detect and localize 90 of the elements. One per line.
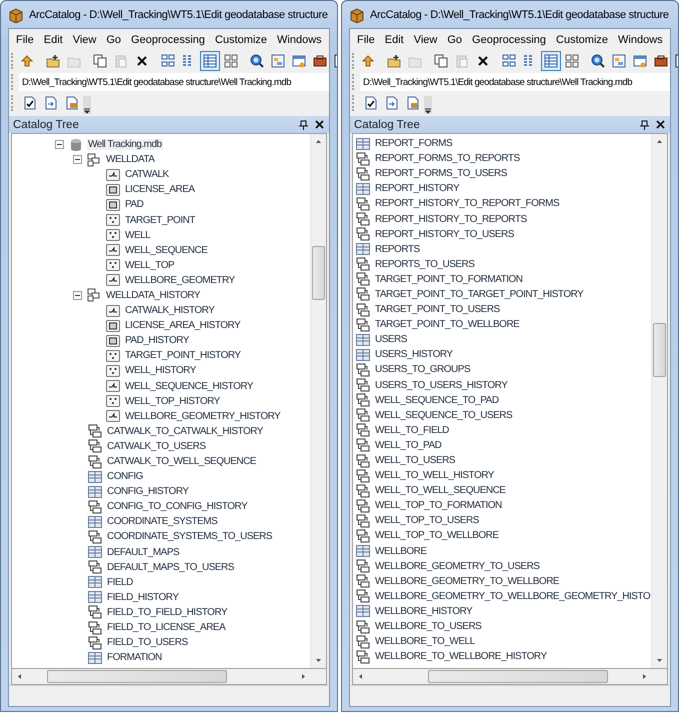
tree-item[interactable]: CATWALK_HISTORY <box>124 305 216 316</box>
tree-item[interactable]: TARGET_POINT_TO_TARGET_POINT_HISTORY <box>374 288 584 300</box>
tree-item[interactable]: WELL_SEQUENCE <box>124 244 208 256</box>
tree-item[interactable]: TARGET_POINT_HISTORY <box>124 350 242 362</box>
tree-item[interactable]: WELLBORE_TO_WELLBORE_HISTORY <box>374 651 548 662</box>
tree-item[interactable]: DEFAULT_MAPS <box>106 546 180 558</box>
window-title: ArcCatalog - D:\Well_Tracking\WT5.1\Edit geodatabase structure <box>370 8 669 20</box>
tree-item[interactable]: REPORT_HISTORY <box>374 183 460 194</box>
tree-item[interactable]: WELL <box>124 230 152 241</box>
tree-item[interactable]: REPORT_HISTORY_TO_REPORT_FORMS <box>374 198 560 210</box>
tree-item[interactable]: REPORT_HISTORY_TO_REPORTS <box>374 214 528 225</box>
menu-item[interactable]: Go <box>442 34 468 46</box>
tree-item[interactable]: WELL_TOP_TO_WELLBORE <box>374 530 500 542</box>
panel-title: Catalog Tree <box>13 118 79 130</box>
tree-item[interactable]: WELLBORE_GEOMETRY_TO_WELLBORE_GEOMETRY_HISTO <box>374 590 651 602</box>
menu-item[interactable]: Go <box>101 34 126 46</box>
menu-item[interactable]: File <box>352 34 380 46</box>
tree-item[interactable]: FORMATION <box>106 652 163 664</box>
tree-item[interactable]: WELL_SEQUENCE_HISTORY <box>124 380 254 392</box>
tree-item[interactable]: WELL_TO_USERS <box>374 455 456 466</box>
menu-item[interactable]: Geoprocessing <box>126 34 210 46</box>
tree-item[interactable]: REPORTS_TO_USERS <box>374 258 476 270</box>
tree-item[interactable]: WELL_SEQUENCE_TO_PAD <box>374 394 500 406</box>
tree-item[interactable]: WELL_TOP_TO_USERS <box>374 515 480 526</box>
tree-item[interactable]: REPORT_FORMS_TO_USERS <box>374 168 508 180</box>
tree-item[interactable]: DEFAULT_MAPS_TO_USERS <box>106 562 235 573</box>
tree-item[interactable]: USERS <box>374 334 408 346</box>
menu-item[interactable]: Customize <box>210 34 272 46</box>
tree-item[interactable]: TARGET_POINT_TO_FORMATION <box>374 274 524 285</box>
tree-item[interactable]: PAD <box>124 199 144 210</box>
tree-item[interactable]: USERS_HISTORY <box>374 349 454 360</box>
tree-item[interactable]: REPORT_FORMS_TO_REPORTS <box>374 153 521 164</box>
tree-item[interactable]: REPORTS <box>374 244 421 255</box>
tree-item[interactable]: WELLBORE_TO_WELL <box>374 636 476 648</box>
tree-item[interactable]: WELL_HISTORY <box>124 365 197 376</box>
tree-item[interactable]: WELLBORE <box>374 546 428 557</box>
tree-item[interactable]: WELLBORE_GEOMETRY <box>124 274 236 286</box>
menu-item[interactable]: Windows <box>613 34 668 46</box>
menu-item[interactable]: File <box>11 34 39 46</box>
tree-item[interactable]: WELLBORE_GEOMETRY_TO_USERS <box>374 560 540 572</box>
tree-item[interactable]: FIELD <box>106 576 134 588</box>
tree-item[interactable]: WELL_TOP_TO_FORMATION <box>374 500 503 512</box>
tree-item[interactable]: WELL_TOP <box>124 260 176 271</box>
tree-item[interactable]: USERS_TO_GROUPS <box>374 364 472 376</box>
tree-item[interactable]: WELLBORE_GEOMETRY_HISTORY <box>124 410 282 422</box>
tree-item[interactable]: TARGET_POINT_TO_WELLBORE <box>374 319 520 330</box>
window-title: ArcCatalog - D:\Well_Tracking\WT5.1\Edit geodatabase structure <box>29 8 328 20</box>
tree-item[interactable]: CONFIG_TO_CONFIG_HISTORY <box>106 501 248 512</box>
tree-item[interactable]: WELL_TO_WELL_HISTORY <box>374 470 495 482</box>
menu-item[interactable]: Edit <box>38 34 68 46</box>
tree-item[interactable]: WELL_SEQUENCE_TO_USERS <box>374 410 514 421</box>
tree-item[interactable]: FIELD_TO_FIELD_HISTORY <box>106 606 228 618</box>
location-field[interactable]: D:\Well_Tracking\WT5.1\Edit geodatabase structure\Well Tracking.mdb <box>360 73 670 91</box>
tree-item[interactable]: TARGET_POINT_TO_USERS <box>374 304 501 316</box>
tree-item[interactable]: LICENSE_AREA_HISTORY <box>124 320 242 332</box>
tree-item[interactable]: REPORT_HISTORY_TO_USERS <box>374 228 515 240</box>
tree-item[interactable]: WELL_TOP_HISTORY <box>124 396 221 407</box>
menu-item[interactable]: Windows <box>272 34 327 46</box>
menu-item[interactable]: Customize <box>551 34 614 46</box>
tree-item[interactable]: WELLDATA_HISTORY <box>105 290 202 301</box>
tree-item[interactable]: WELLBORE_TO_USERS <box>374 621 482 632</box>
tree-item[interactable]: Well Tracking.mdb <box>87 139 163 150</box>
tree-item[interactable]: CATWALK_TO_USERS <box>106 440 207 452</box>
tree-item[interactable]: WELL_TO_PAD <box>374 440 442 451</box>
tree-item[interactable]: PAD_HISTORY <box>124 335 190 346</box>
menu-item[interactable]: Geoprocessing <box>467 34 552 46</box>
location-field[interactable]: D:\Well_Tracking\WT5.1\Edit geodatabase structure\Well Tracking.mdb <box>19 73 329 91</box>
tree-item[interactable]: FIELD_TO_USERS <box>106 637 189 648</box>
tree-item[interactable]: WELLDATA <box>105 154 156 166</box>
menu-item[interactable]: Edit <box>380 34 409 46</box>
tree-item[interactable]: REPORT_FORMS <box>374 138 454 150</box>
tree-item[interactable]: FIELD_HISTORY <box>106 592 180 603</box>
tree-item[interactable]: CATWALK_TO_CATWALK_HISTORY <box>106 426 264 437</box>
tree-item[interactable]: CATWALK <box>124 169 170 180</box>
tree-item[interactable]: LICENSE_AREA <box>124 184 196 196</box>
tree-item[interactable]: COORDINATE_SYSTEMS_TO_USERS <box>106 531 274 542</box>
tree-item[interactable]: CONFIG <box>106 471 144 482</box>
menu-item[interactable]: View <box>68 34 102 46</box>
tree-item[interactable]: FIELD_TO_LICENSE_AREA <box>106 622 226 634</box>
tree-item[interactable]: COORDINATE_SYSTEMS <box>106 516 218 528</box>
tree-item[interactable]: USERS_TO_USERS_HISTORY <box>374 380 508 391</box>
tree-item[interactable]: WELLBORE_GEOMETRY_TO_WELLBORE <box>374 576 560 587</box>
tree-item[interactable]: WELL_TO_WELL_SEQUENCE <box>374 485 506 496</box>
tree-item[interactable]: CONFIG_HISTORY <box>106 486 190 498</box>
tree-item[interactable]: WELLBORE_HISTORY <box>374 606 474 617</box>
tree-item[interactable]: TARGET_POINT <box>124 214 196 226</box>
tree-item[interactable]: CATWALK_TO_WELL_SEQUENCE <box>106 456 257 468</box>
panel-title: Catalog Tree <box>354 118 420 130</box>
menu-item[interactable]: View <box>408 34 442 46</box>
tree-item[interactable]: WELL_TO_FIELD <box>374 424 450 436</box>
